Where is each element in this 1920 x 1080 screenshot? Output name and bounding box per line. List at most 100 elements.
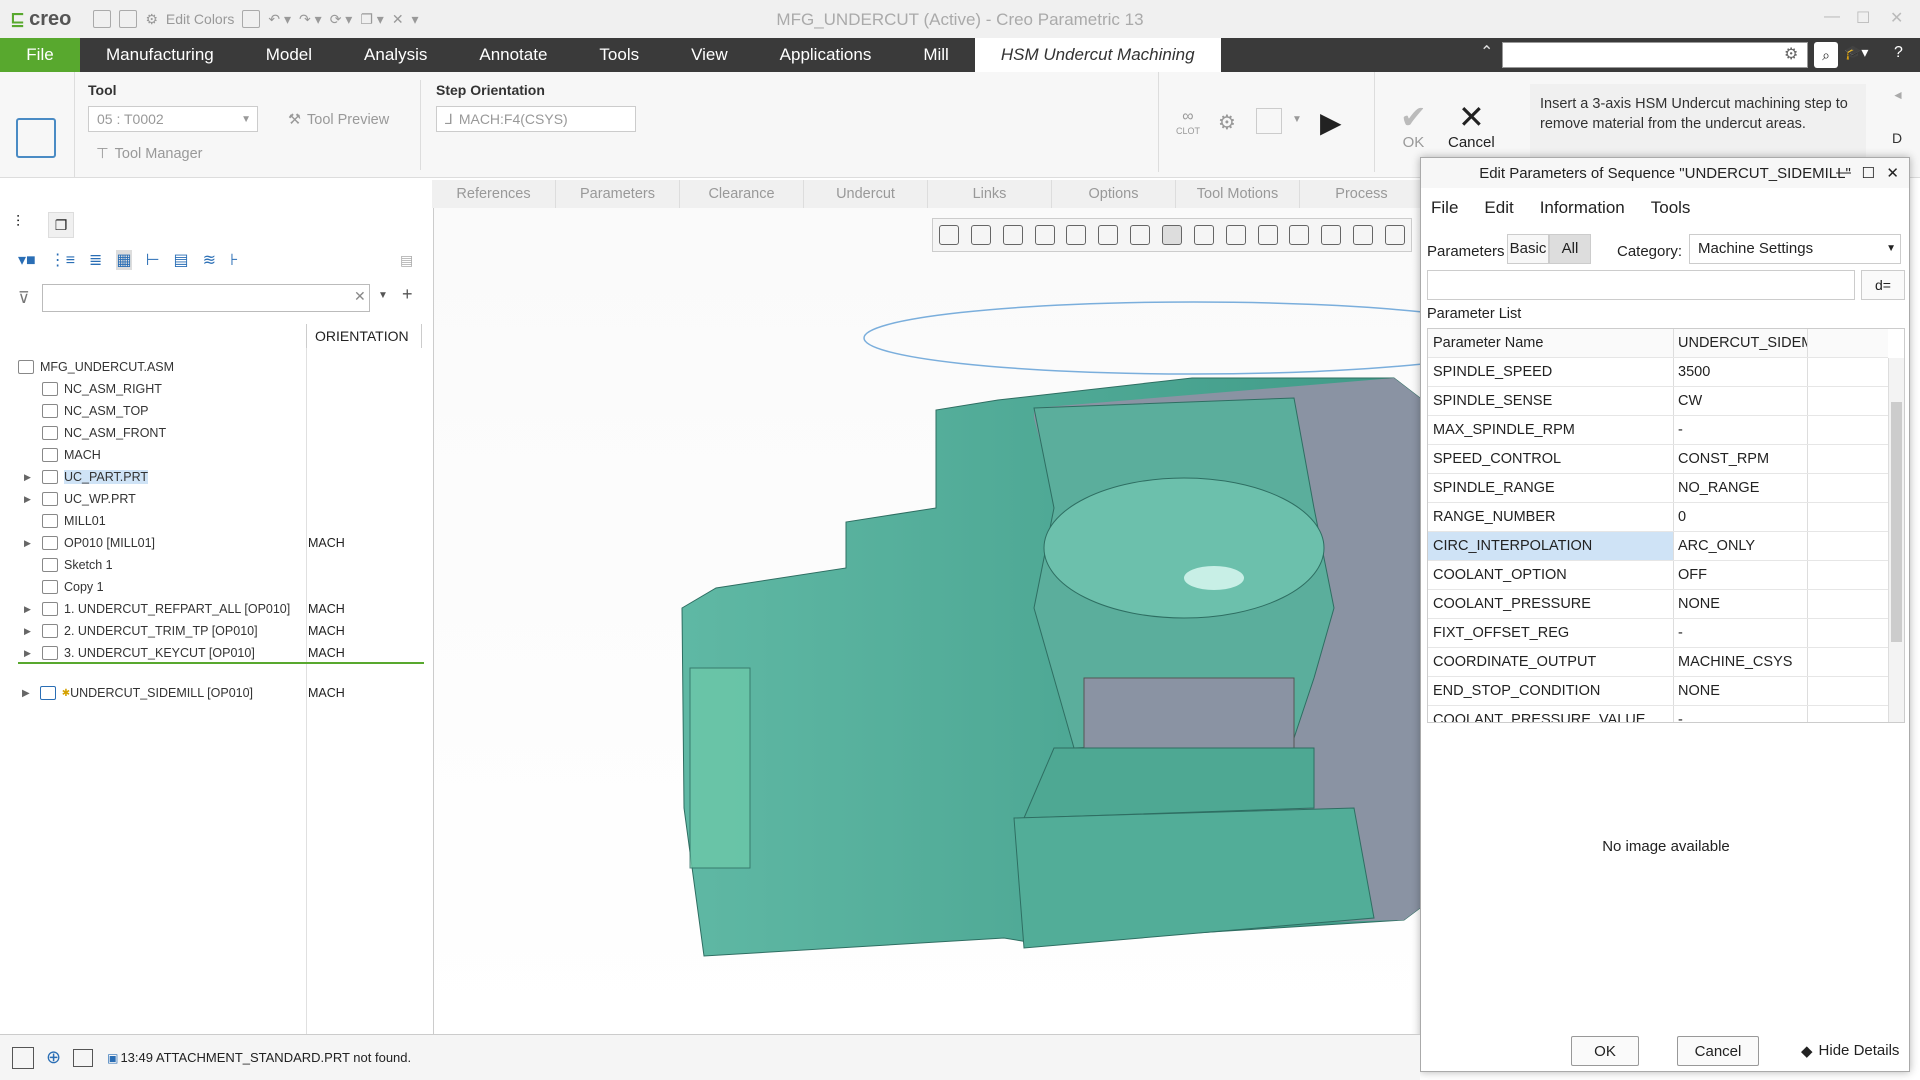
help-icon[interactable]: ? [1894, 44, 1903, 62]
regenerate-icon[interactable]: ⟳ ▾ [330, 11, 353, 28]
expand-arrow-icon[interactable]: ▶ [24, 494, 31, 505]
maximize-icon[interactable]: ☐ [1856, 8, 1870, 28]
full-screen-icon[interactable] [73, 1048, 94, 1067]
tree-item[interactable]: ▶ UC_PART.PRT [24, 466, 149, 488]
table-row[interactable]: SPINDLE_SENSE CW [1428, 387, 1888, 416]
tree-item[interactable]: Copy 1 [42, 576, 104, 598]
tree-filter-icon[interactable]: ⋮≡ [50, 250, 75, 270]
save-icon[interactable] [242, 10, 261, 28]
graphics-viewport[interactable] [434, 208, 1525, 1034]
dialog-menu-file[interactable]: File [1431, 198, 1458, 218]
parameter-value[interactable]: - [1674, 619, 1808, 647]
expand-arrow-icon[interactable]: ▶ [24, 604, 31, 615]
dialog-maximize-icon[interactable]: ☐ [1862, 164, 1875, 182]
table-row[interactable]: COORDINATE_OUTPUT MACHINE_CSYS [1428, 648, 1888, 677]
verify-icon[interactable]: ⚙ [1218, 110, 1236, 135]
close-icon[interactable]: ✕ [1890, 8, 1903, 28]
clear-search-icon[interactable]: ✕ [354, 288, 366, 305]
parameter-name[interactable]: SPINDLE_RANGE [1428, 474, 1674, 502]
tree-item-inserted[interactable]: ▶ ✱ UNDERCUT_SIDEMILL [OP010] [22, 682, 253, 704]
tree-item[interactable]: NC_ASM_RIGHT [42, 378, 162, 400]
dialog-menu-tools[interactable]: Tools [1651, 198, 1691, 218]
menu-manufacturing[interactable]: Manufacturing [80, 38, 240, 72]
model-tree-tab-icon[interactable]: ⫶ [16, 214, 20, 232]
orientation-column-header[interactable]: ORIENTATION [306, 324, 422, 348]
basic-button[interactable]: Basic [1507, 234, 1549, 264]
menu-analysis[interactable]: Analysis [338, 38, 453, 72]
zoom-out-icon[interactable] [1066, 225, 1087, 245]
menu-file[interactable]: File [0, 38, 80, 72]
close-window-icon[interactable]: ✕ [392, 11, 404, 28]
expand-arrow-icon[interactable]: ▶ [24, 626, 31, 637]
parameter-name[interactable]: MAX_SPINDLE_RPM [1428, 416, 1674, 444]
table-row[interactable]: COOLANT_PRESSURE_VALUE - [1428, 706, 1888, 722]
tree-item[interactable]: MILL01 [42, 510, 106, 532]
dropdown-icon[interactable]: ▾ [412, 11, 419, 28]
parameter-name[interactable]: COOLANT_OPTION [1428, 561, 1674, 589]
collapse-help-icon[interactable]: ◄ [1892, 88, 1904, 102]
menu-mill[interactable]: Mill [897, 38, 975, 72]
parameter-name[interactable]: COOLANT_PRESSURE [1428, 590, 1674, 618]
tree-settings-icon[interactable]: ▦ [116, 250, 132, 270]
tab-parameters[interactable]: Parameters [556, 180, 680, 208]
parameter-name[interactable]: COOLANT_PRESSURE_VALUE [1428, 706, 1674, 722]
undo-icon[interactable]: ↶ ▾ [268, 11, 291, 28]
ok-button[interactable]: OK [1571, 1036, 1639, 1066]
cancel-ribbon-button[interactable]: ✕ Cancel [1448, 100, 1495, 151]
parameter-value[interactable]: NONE [1674, 677, 1808, 705]
expand-arrow-icon[interactable]: ▶ [24, 648, 31, 659]
tab-links[interactable]: Links [928, 180, 1052, 208]
edit-colors-icon[interactable]: ⚙ [145, 11, 158, 28]
parameter-value[interactable]: - [1674, 706, 1808, 722]
parameter-value[interactable]: OFF [1674, 561, 1808, 589]
view-eye-icon[interactable] [938, 225, 959, 245]
toggle-navigator-icon[interactable] [12, 1046, 34, 1069]
tree-options-icon[interactable]: ▤ [400, 252, 413, 269]
display-style-icon[interactable] [1193, 225, 1214, 245]
material-removal-dropdown-icon[interactable]: ▼ [1292, 114, 1302, 125]
menu-applications[interactable]: Applications [754, 38, 898, 72]
cancel-button[interactable]: Cancel [1677, 1036, 1759, 1066]
saved-orientations-icon[interactable] [1130, 225, 1151, 245]
ok-ribbon-button[interactable]: ✔ OK [1400, 100, 1427, 151]
tree-item[interactable]: ▶ UC_WP.PRT [24, 488, 136, 510]
parameter-value[interactable]: MACHINE_CSYS [1674, 648, 1808, 676]
tree-columns-icon[interactable]: ≣ [89, 250, 102, 270]
tree-item[interactable]: MACH [42, 444, 101, 466]
table-row[interactable]: RANGE_NUMBER 0 [1428, 503, 1888, 532]
tab-tool-motions[interactable]: Tool Motions [1176, 180, 1300, 208]
parameter-name[interactable]: SPINDLE_SPEED [1428, 358, 1674, 386]
table-row[interactable]: COOLANT_PRESSURE NONE [1428, 590, 1888, 619]
layer-tree-tab-icon[interactable]: ❐ [48, 212, 74, 238]
table-row[interactable]: COOLANT_OPTION OFF [1428, 561, 1888, 590]
parameter-name[interactable]: COORDINATE_OUTPUT [1428, 648, 1674, 676]
tree-item[interactable]: NC_ASM_FRONT [42, 422, 166, 444]
datum-display-icon[interactable] [1257, 225, 1278, 245]
search-dropdown-icon[interactable]: ▼ [378, 290, 388, 301]
parameter-name[interactable]: FIXT_OFFSET_REG [1428, 619, 1674, 647]
step-orientation-field[interactable]: ⅃ MACH:F4(CSYS) [436, 106, 636, 132]
play-icon[interactable]: ▶ [1320, 106, 1342, 139]
tree-item[interactable]: ▶ 2. UNDERCUT_TRIM_TP [OP010] [24, 620, 258, 642]
column-header-name[interactable]: Parameter Name [1428, 329, 1674, 357]
table-scrollbar[interactable] [1888, 358, 1904, 722]
tree-item[interactable]: ▶ 3. UNDERCUT_KEYCUT [OP010] [24, 642, 255, 664]
table-row[interactable]: END_STOP_CONDITION NONE [1428, 677, 1888, 706]
menu-view[interactable]: View [665, 38, 754, 72]
spin-icon[interactable] [970, 225, 991, 245]
parameter-name[interactable]: CIRC_INTERPOLATION [1428, 532, 1674, 560]
dialog-menu-information[interactable]: Information [1540, 198, 1625, 218]
collapse-ribbon-icon[interactable]: ⌃ [1480, 42, 1493, 62]
material-removal-icon[interactable] [1256, 108, 1282, 134]
expand-arrow-icon[interactable]: ▶ [22, 688, 30, 699]
show-icon[interactable]: ▾■ [18, 250, 36, 270]
expand-arrow-icon[interactable]: ▶ [24, 538, 31, 549]
tree-item[interactable]: MFG_UNDERCUT.ASM [18, 356, 174, 378]
tab-hsm-undercut-machining[interactable]: HSM Undercut Machining [974, 38, 1221, 72]
parameter-name[interactable]: RANGE_NUMBER [1428, 503, 1674, 531]
new-file-icon[interactable] [93, 10, 112, 28]
menu-annotate[interactable]: Annotate [453, 38, 573, 72]
tab-process[interactable]: Process [1300, 180, 1424, 208]
parameter-value[interactable]: NONE [1674, 590, 1808, 618]
table-row[interactable]: SPINDLE_RANGE NO_RANGE [1428, 474, 1888, 503]
